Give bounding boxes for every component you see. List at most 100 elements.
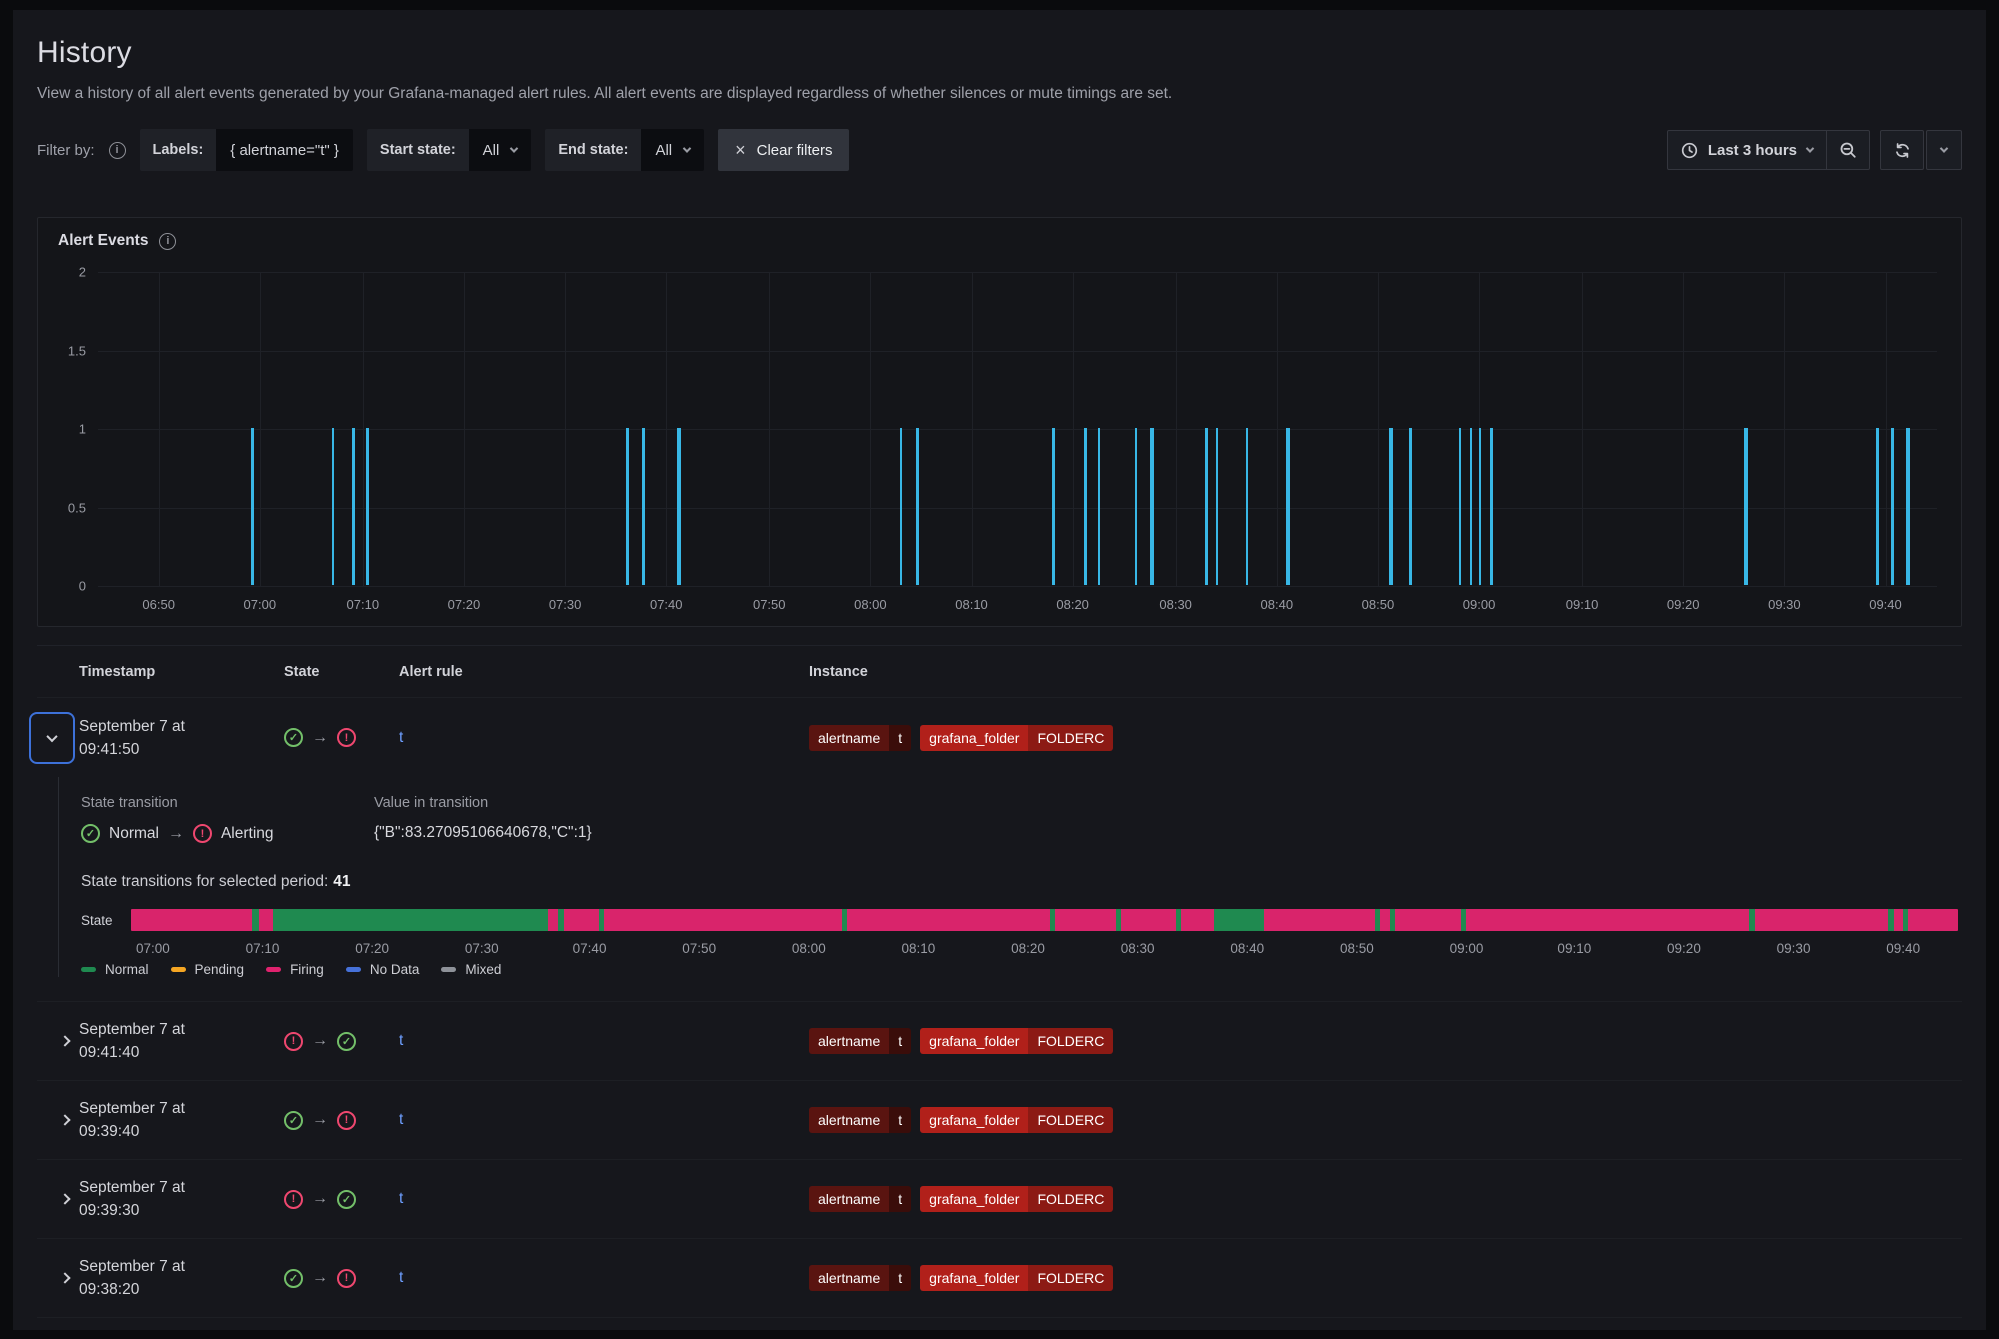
refresh-button[interactable]	[1880, 130, 1924, 170]
legend-item[interactable]: Pending	[171, 962, 245, 977]
filter-by-label: Filter by:	[37, 142, 95, 159]
x-axis-tick-label: 07:00	[244, 597, 277, 612]
gridline	[1176, 272, 1177, 586]
end-state-filter: End state: All	[545, 129, 704, 171]
state-transition-value: ✓ Normal → ! Alerting	[81, 824, 374, 843]
instance-label-pill: alertnamet	[809, 1186, 911, 1212]
transitions-count: 41	[333, 873, 350, 890]
gridline	[769, 272, 770, 586]
legend-swatch	[171, 967, 186, 972]
event-bar	[1906, 428, 1910, 585]
timeline-tick-label: 08:40	[1230, 941, 1264, 956]
legend-item[interactable]: Mixed	[441, 962, 501, 977]
gridline	[1784, 272, 1785, 586]
end-state-label: End state:	[545, 129, 641, 171]
arrow-right-icon: →	[312, 1032, 328, 1050]
exclamation-circle-icon: !	[337, 728, 356, 747]
start-state-select[interactable]: All	[469, 129, 532, 171]
zoom-out-button[interactable]	[1827, 131, 1869, 169]
timeline-tick-label: 08:10	[902, 941, 936, 956]
panel-info-icon[interactable]: i	[159, 233, 176, 250]
event-bar	[1052, 428, 1055, 585]
expand-row-button[interactable]	[29, 1173, 75, 1225]
column-header-state: State	[284, 664, 399, 680]
expand-row-button[interactable]	[29, 1252, 75, 1304]
timeline-tick-label: 07:50	[682, 941, 716, 956]
x-axis-tick-label: 07:10	[347, 597, 380, 612]
expand-row-button[interactable]	[29, 712, 75, 764]
chevron-down-icon	[683, 144, 691, 152]
timeline-segment-firing	[131, 909, 252, 931]
check-circle-icon: ✓	[337, 1190, 356, 1209]
value-in-transition: {"B":83.27095106640678,"C":1}	[374, 824, 592, 842]
arrow-right-icon: →	[168, 825, 184, 843]
x-axis-tick-label: 07:50	[753, 597, 786, 612]
alert-events-table: Timestamp State Alert rule Instance Sept…	[37, 645, 1962, 1318]
check-circle-icon: ✓	[284, 728, 303, 747]
legend-item[interactable]: Normal	[81, 962, 149, 977]
alert-rule-link[interactable]: t	[399, 1269, 403, 1286]
exclamation-circle-icon: !	[284, 1032, 303, 1051]
legend-item[interactable]: No Data	[346, 962, 420, 977]
refresh-interval-dropdown[interactable]	[1926, 130, 1962, 170]
gridline	[565, 272, 566, 586]
transitions-count-line: State transitions for selected period:41	[81, 873, 1962, 891]
gridline	[98, 586, 1937, 587]
event-bar	[1891, 428, 1894, 585]
column-header-rule: Alert rule	[399, 664, 809, 680]
start-state-filter: Start state: All	[367, 129, 531, 171]
time-range-group: Last 3 hours	[1667, 130, 1870, 170]
labels-input[interactable]: { alertname="t" }	[216, 129, 353, 171]
x-axis-tick-label: 09:20	[1667, 597, 1700, 612]
arrow-right-icon: →	[312, 1269, 328, 1287]
exclamation-circle-icon: !	[284, 1190, 303, 1209]
column-header-timestamp: Timestamp	[79, 664, 284, 680]
event-bar	[1744, 428, 1748, 585]
timeline-tick-label: 07:20	[355, 941, 389, 956]
exclamation-circle-icon: !	[337, 1269, 356, 1288]
timeline-segment-firing	[1755, 909, 1888, 931]
alert-rule-link[interactable]: t	[399, 1190, 403, 1207]
event-bar	[1135, 428, 1137, 585]
state-timeline-bar	[131, 909, 1958, 931]
arrow-right-icon: →	[312, 1111, 328, 1129]
alert-rule-link[interactable]: t	[399, 1111, 403, 1128]
state-transition: ! → ✓	[284, 1032, 399, 1051]
gridline	[1886, 272, 1887, 586]
time-range-button[interactable]: Last 3 hours	[1668, 131, 1826, 169]
timeline-tick-label: 08:00	[792, 941, 826, 956]
instance-label-pill: grafana_folderFOLDERC	[920, 1186, 1113, 1212]
state-timeline: State 07:0007:1007:2007:3007:4007:5008:0…	[81, 909, 1962, 958]
state-transition-label: State transition	[81, 795, 374, 811]
timeline-tick-label: 09:10	[1557, 941, 1591, 956]
filter-info-icon[interactable]: i	[109, 142, 126, 159]
x-axis-tick-label: 08:00	[854, 597, 887, 612]
timeline-segment-normal	[273, 909, 547, 931]
column-header-instance: Instance	[809, 664, 1962, 680]
timeline-segment-firing	[1181, 909, 1214, 931]
legend-item[interactable]: Firing	[266, 962, 324, 977]
alert-rule-link[interactable]: t	[399, 1032, 403, 1049]
event-bar	[916, 428, 919, 585]
clear-filters-button[interactable]: × Clear filters	[718, 129, 849, 171]
state-transition: ✓ → !	[284, 1111, 399, 1130]
event-bar	[1150, 428, 1154, 585]
end-state-value: All	[655, 142, 672, 159]
instance-labels: alertnamet grafana_folderFOLDERC	[809, 1186, 1962, 1212]
timeline-tick-label: 07:00	[136, 941, 170, 956]
end-state-select[interactable]: All	[641, 129, 704, 171]
alert-rule-link[interactable]: t	[399, 729, 403, 746]
filter-toolbar: Filter by: i Labels: { alertname="t" } S…	[37, 129, 1962, 171]
event-bar	[1205, 428, 1208, 585]
timeline-tick-label: 09:20	[1667, 941, 1701, 956]
chevron-down-icon	[46, 730, 57, 741]
close-icon: ×	[735, 141, 746, 159]
chevron-right-icon	[59, 1114, 70, 1125]
panel-title: Alert Events	[58, 232, 148, 250]
gridline	[1582, 272, 1583, 586]
expand-row-button[interactable]	[29, 1094, 75, 1146]
labels-filter: Labels: { alertname="t" }	[140, 129, 353, 171]
check-circle-icon: ✓	[81, 824, 100, 843]
event-bar	[1409, 428, 1412, 585]
expand-row-button[interactable]	[29, 1015, 75, 1067]
